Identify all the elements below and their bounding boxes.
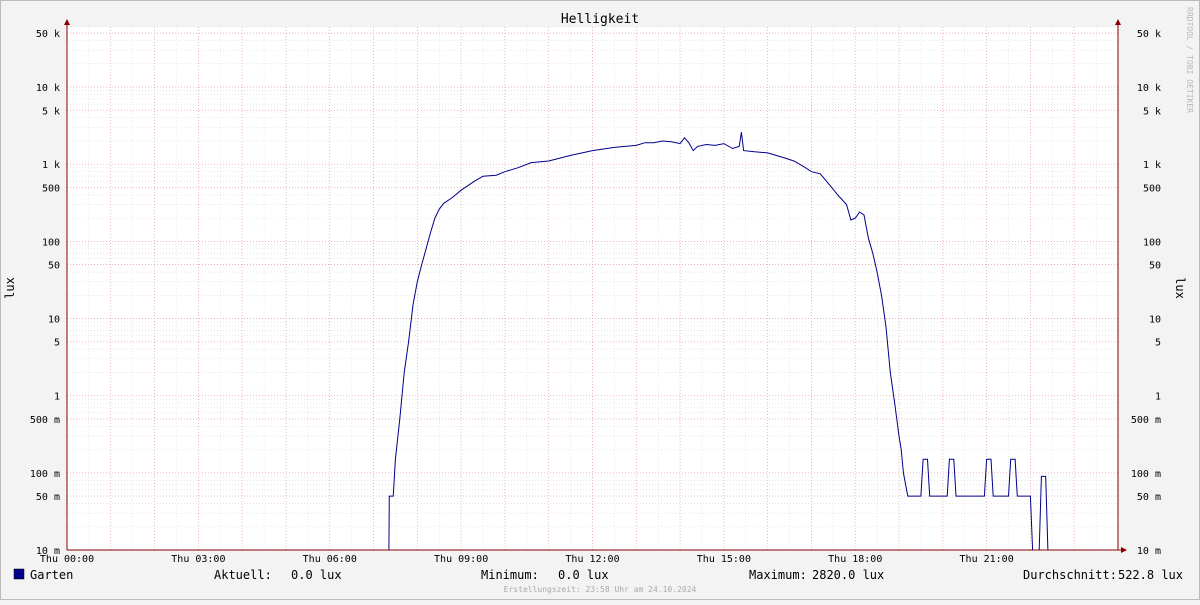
y-tick-label-right: 5 k <box>1143 106 1161 117</box>
y-axis-label-left: lux <box>3 277 17 299</box>
y-tick-label: 50 k <box>36 29 60 40</box>
x-tick-label: Thu 21:00 <box>960 554 1014 565</box>
y-tick-label: 5 k <box>42 106 60 117</box>
x-tick-label: Thu 15:00 <box>697 554 751 565</box>
y-axis-label-right: lux <box>1173 277 1187 299</box>
footer-timestamp: Erstellungszeit: 23:58 Uhr am 24.10.2024 <box>504 585 697 594</box>
watermark: RRDTOOL / TOBI OETIKER <box>1185 7 1194 113</box>
x-tick-label: Thu 12:00 <box>565 554 619 565</box>
y-tick-label-right: 1 <box>1155 392 1161 403</box>
y-tick-label-right: 50 <box>1149 261 1161 272</box>
legend-maximum-label: Maximum: <box>749 568 807 582</box>
legend-minimum-value: 0.0 lux <box>558 568 609 582</box>
y-tick-label-right: 100 <box>1143 237 1161 248</box>
legend-series-name: Garten <box>30 568 73 582</box>
legend-aktuell-value: 0.0 lux <box>291 568 342 582</box>
y-tick-label-right: 10 <box>1149 315 1161 326</box>
y-tick-label-right: 50 m <box>1137 492 1161 503</box>
y-tick-label: 50 m <box>36 492 60 503</box>
y-tick-label: 50 <box>48 261 60 272</box>
legend-aktuell-label: Aktuell: <box>214 568 272 582</box>
y-tick-label: 1 k <box>42 160 60 171</box>
y-tick-label: 10 k <box>36 83 60 94</box>
x-tick-label: Thu 09:00 <box>434 554 488 565</box>
y-tick-label: 1 <box>54 392 60 403</box>
y-tick-label: 100 <box>42 237 60 248</box>
y-tick-label: 100 m <box>30 469 60 480</box>
legend-minimum-label: Minimum: <box>481 568 539 582</box>
chart: 50 k 10 k 5 k 1 k 500 100 50 10 5 1 500 m 100 m 50 m… <box>0 0 1200 600</box>
y-tick-label-right: 5 <box>1155 338 1161 349</box>
y-tick-label-right: 500 m <box>1131 415 1161 426</box>
y-tick-label-right: 10 m <box>1137 546 1161 557</box>
chart-window: 50 k 10 k 5 k 1 k 500 100 50 10 5 1 500 m 100 m 50 m… <box>0 0 1200 600</box>
chart-title: Helligkeit <box>561 12 639 27</box>
y-tick-label: 10 <box>48 315 60 326</box>
y-tick-label: 5 <box>54 338 60 349</box>
y-tick-label: 500 <box>42 183 60 194</box>
legend-swatch <box>13 568 25 580</box>
x-tick-label: Thu 00:00 <box>40 554 94 565</box>
y-tick-label-right: 500 <box>1143 183 1161 194</box>
y-tick-label-right: 100 m <box>1131 469 1161 480</box>
legend-maximum-value: 2820.0 lux <box>812 568 884 582</box>
y-tick-label: 500 m <box>30 415 60 426</box>
x-tick-label: Thu 06:00 <box>303 554 357 565</box>
y-tick-label-right: 50 k <box>1137 29 1161 40</box>
legend-durchschnitt-value: 522.8 lux <box>1118 568 1183 582</box>
y-tick-label-right: 10 k <box>1137 83 1161 94</box>
x-tick-label: Thu 18:00 <box>828 554 882 565</box>
y-tick-label-right: 1 k <box>1143 160 1161 171</box>
x-tick-label: Thu 03:00 <box>171 554 225 565</box>
legend-durchschnitt-label: Durchschnitt: <box>1023 568 1117 582</box>
